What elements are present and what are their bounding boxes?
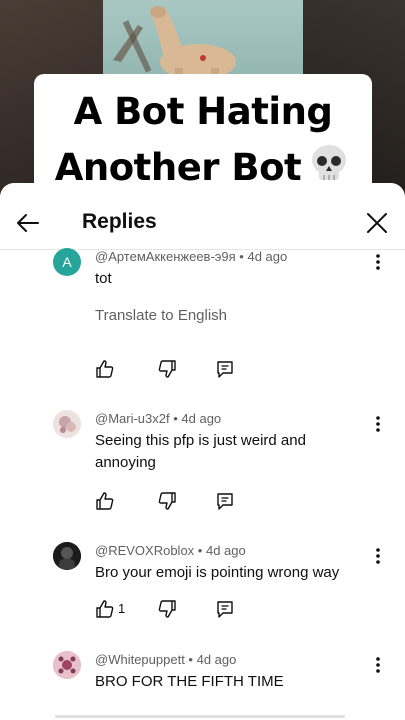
comment-age: 4d ago	[181, 411, 222, 426]
comment-age: 4d ago	[196, 652, 237, 667]
more-options-icon[interactable]	[370, 546, 386, 566]
comment-item: @Whitepuppett • 4d ago BRO FOR THE FIFTH…	[0, 651, 405, 706]
avatar-image	[53, 410, 81, 438]
comment-author[interactable]: @Mari-u3x2f	[95, 411, 170, 426]
comment-text: tot	[95, 270, 112, 287]
bottom-scroll-indicator	[55, 715, 345, 718]
video-caption: A Bot Hating Another Bot	[34, 74, 372, 200]
sheet-header: Replies	[0, 183, 405, 250]
comment-author[interactable]: @АртемАккенжеев-э9я	[95, 249, 236, 264]
meta-separator: •	[169, 411, 182, 426]
comment-item: A @АртемАккенжеев-э9я • 4d ago tot Trans…	[0, 248, 405, 388]
avatar[interactable]	[53, 542, 81, 570]
avatar-letter: A	[62, 254, 72, 270]
comment-text: Seeing this pfp is just weird and annoyi…	[95, 432, 306, 471]
comment-age: 4d ago	[205, 543, 246, 558]
reply-icon[interactable]	[215, 359, 235, 379]
comment-actions	[95, 491, 255, 513]
avatar-image	[53, 542, 81, 570]
reply-icon[interactable]	[215, 599, 235, 619]
comment-age: 4d ago	[247, 249, 288, 264]
close-icon[interactable]	[363, 209, 391, 237]
comment-meta: @Mari-u3x2f • 4d ago	[95, 411, 221, 426]
caption-line-1: A Bot Hating	[73, 90, 333, 133]
comment-actions: 1	[95, 599, 255, 621]
avatar-image	[53, 651, 81, 679]
comment-text: BRO FOR THE FIFTH TIME	[95, 673, 284, 690]
dislike-icon[interactable]	[157, 359, 177, 379]
comment-item: @REVOXRoblox • 4d ago Bro your emoji is …	[0, 542, 405, 632]
comment-item: @Mari-u3x2f • 4d ago Seeing this pfp is …	[0, 410, 405, 520]
meta-separator: •	[184, 652, 197, 667]
like-icon[interactable]	[95, 359, 115, 379]
comment-text: Bro your emoji is pointing wrong way	[95, 564, 340, 581]
comment-meta: @REVOXRoblox • 4d ago	[95, 543, 246, 558]
meta-separator: •	[194, 543, 206, 558]
comment-actions	[95, 359, 255, 381]
reply-icon[interactable]	[215, 491, 235, 511]
more-options-icon[interactable]	[370, 414, 386, 434]
like-icon[interactable]	[95, 491, 115, 511]
like-icon[interactable]	[95, 599, 115, 619]
avatar[interactable]	[53, 410, 81, 438]
comment-author[interactable]: @Whitepuppett	[95, 652, 185, 667]
comment-meta: @АртемАккенжеев-э9я • 4d ago	[95, 249, 287, 264]
avatar[interactable]	[53, 651, 81, 679]
dislike-icon[interactable]	[157, 599, 177, 619]
translate-link[interactable]: Translate to English	[95, 307, 227, 324]
dislike-icon[interactable]	[157, 491, 177, 511]
meta-separator: •	[235, 249, 248, 264]
comment-author[interactable]: @REVOXRoblox	[95, 543, 194, 558]
more-options-icon[interactable]	[370, 655, 386, 675]
back-arrow-icon[interactable]	[12, 207, 44, 239]
more-options-icon[interactable]	[370, 252, 386, 272]
like-count: 1	[118, 601, 126, 616]
comment-meta: @Whitepuppett • 4d ago	[95, 652, 236, 667]
sheet-title: Replies	[82, 210, 157, 233]
avatar[interactable]: A	[53, 248, 81, 276]
skull-emoji-icon	[312, 145, 347, 180]
